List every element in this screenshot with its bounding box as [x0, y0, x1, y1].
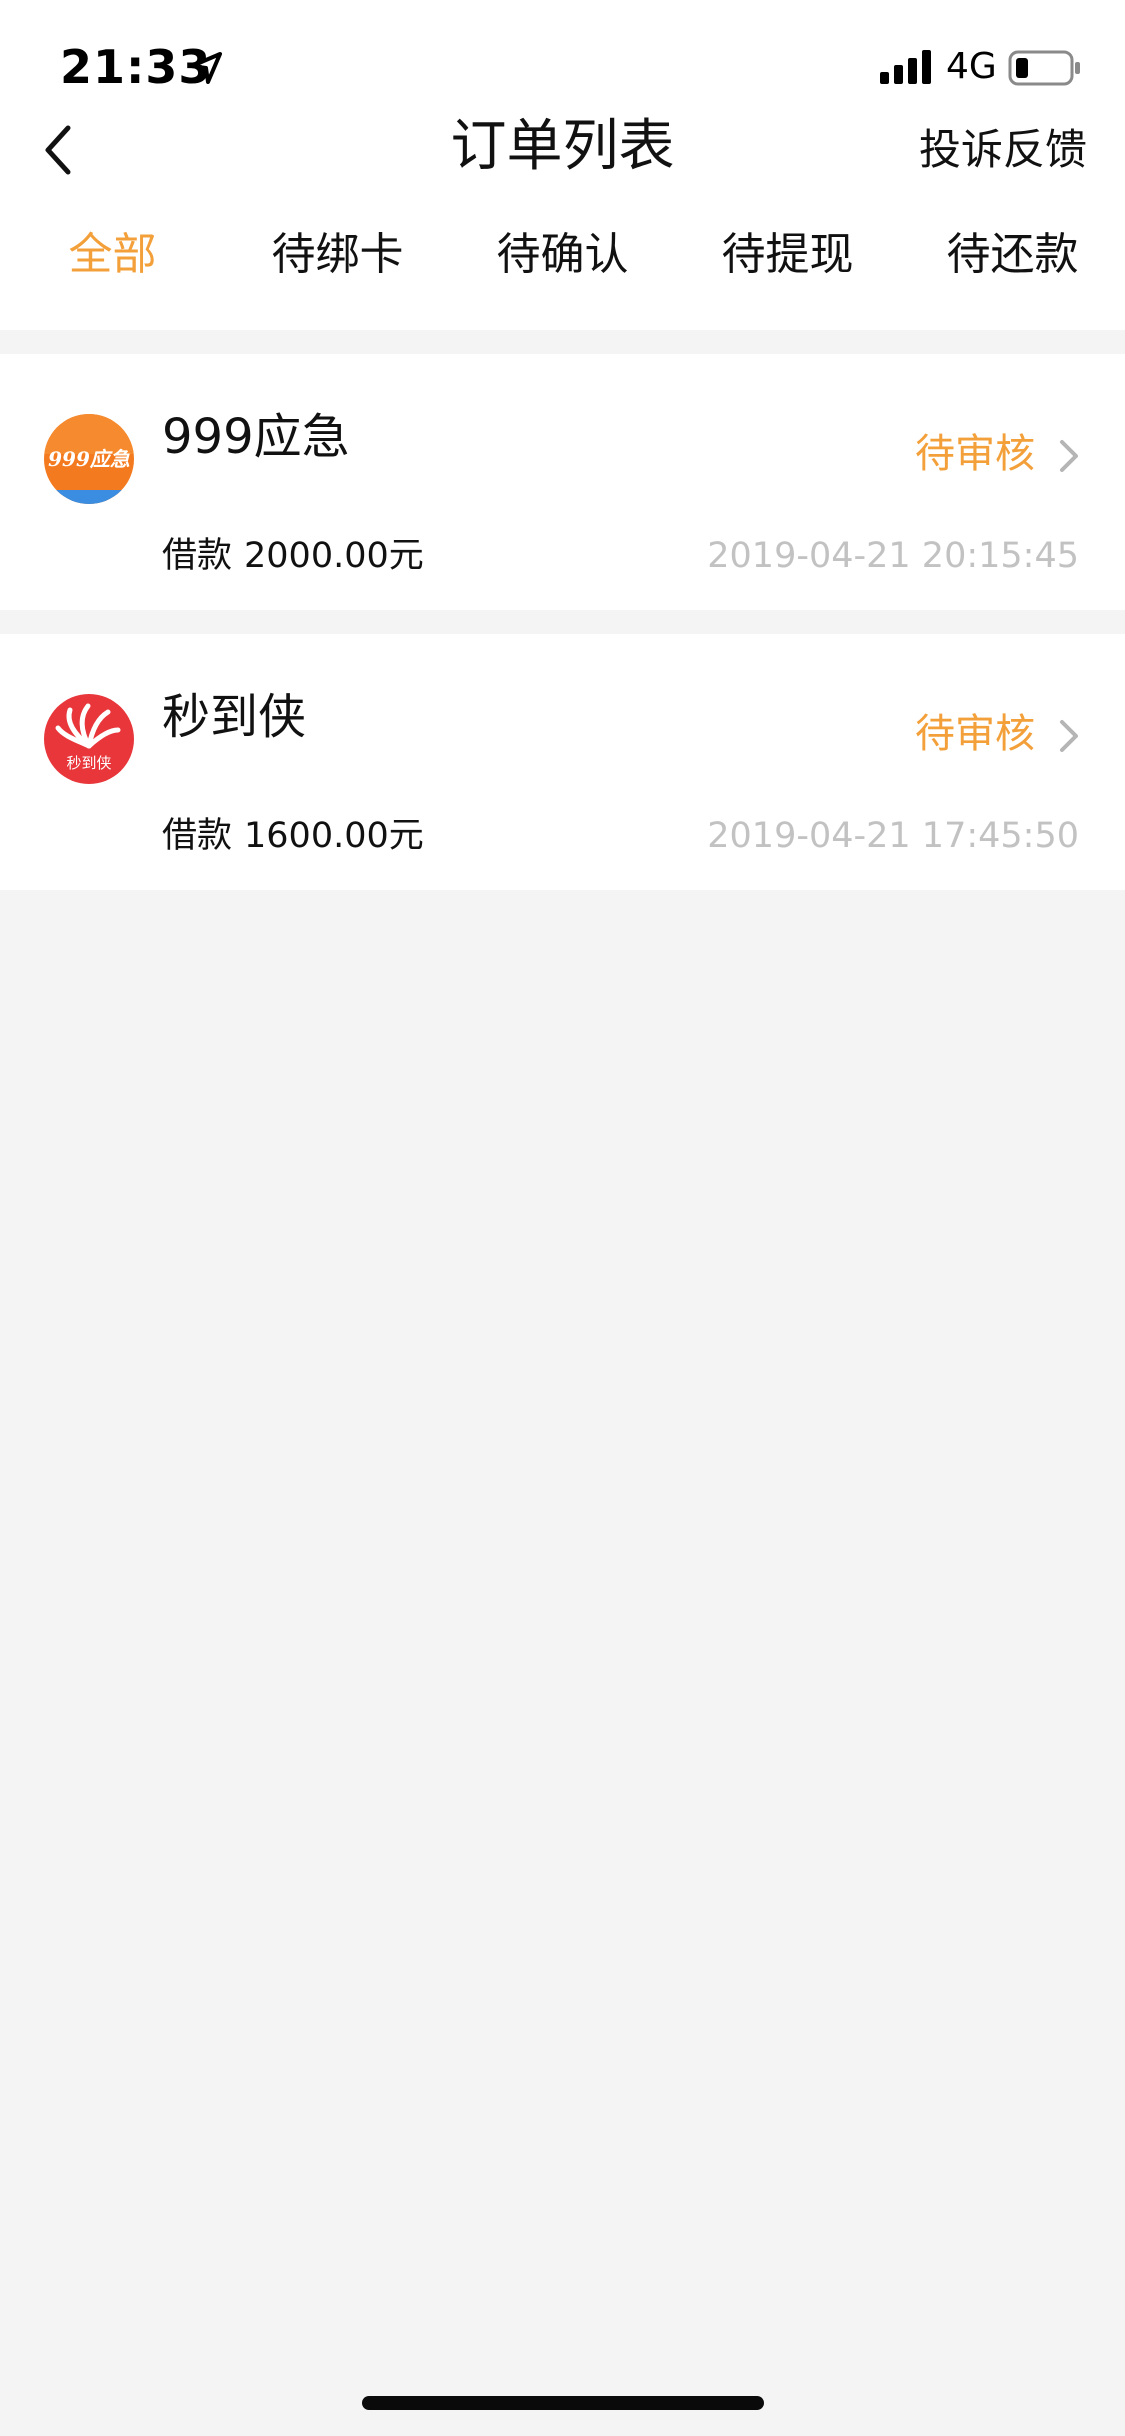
- order-time: 2019-04-21 20:15:45: [707, 536, 1079, 576]
- home-indicator[interactable]: [362, 2396, 764, 2410]
- order-time: 2019-04-21 17:45:50: [707, 816, 1079, 856]
- loan-amount-value: 2000.00元: [244, 536, 424, 576]
- complaint-feedback-button[interactable]: 投诉反馈: [919, 122, 1087, 178]
- loan-amount: 借款 2000.00元: [162, 534, 424, 578]
- loan-amount: 借款 1600.00元: [162, 814, 424, 858]
- order-status: 待审核: [915, 431, 1035, 477]
- tab-repay[interactable]: 待还款: [900, 220, 1125, 290]
- tab-bind-card[interactable]: 待绑卡: [225, 220, 450, 290]
- network-type: 4G: [946, 46, 997, 87]
- loan-amount-label: 借款: [162, 816, 233, 856]
- app-logo-999-icon: 999应急: [44, 414, 134, 504]
- signal-icon: [880, 50, 931, 84]
- order-status: 待审核: [915, 711, 1035, 757]
- svg-text:秒到侠: 秒到侠: [66, 754, 111, 772]
- chevron-right-icon: [1060, 440, 1078, 472]
- loan-amount-value: 1600.00元: [244, 816, 424, 856]
- location-arrow-icon: [190, 52, 222, 84]
- order-card[interactable]: 999应急 999应急 待审核 借款 2000.00元 2019-04-21 20…: [0, 354, 1125, 610]
- tab-withdraw[interactable]: 待提现: [675, 220, 900, 290]
- chevron-left-icon[interactable]: [38, 122, 82, 178]
- app-logo-miaodaoxia-icon: 秒到侠: [44, 694, 134, 784]
- loan-amount-label: 借款: [162, 536, 233, 576]
- svg-text:999应急: 999应急: [48, 447, 130, 471]
- chevron-right-icon: [1060, 720, 1078, 752]
- header-area: 21:33 4G 订单列表 投诉反馈 全部 待绑卡 待确认 待提现 待还款: [0, 0, 1125, 330]
- battery-icon: [1008, 50, 1080, 86]
- order-card[interactable]: 秒到侠 秒到侠 待审核 借款 1600.00元 2019-04-21 17:45:…: [0, 634, 1125, 890]
- lender-name: 999应急: [162, 409, 350, 465]
- order-tabs: 全部 待绑卡 待确认 待提现 待还款: [0, 220, 1125, 290]
- tab-confirm[interactable]: 待确认: [450, 220, 675, 290]
- tab-all[interactable]: 全部: [0, 220, 225, 290]
- lender-name: 秒到侠: [162, 689, 307, 745]
